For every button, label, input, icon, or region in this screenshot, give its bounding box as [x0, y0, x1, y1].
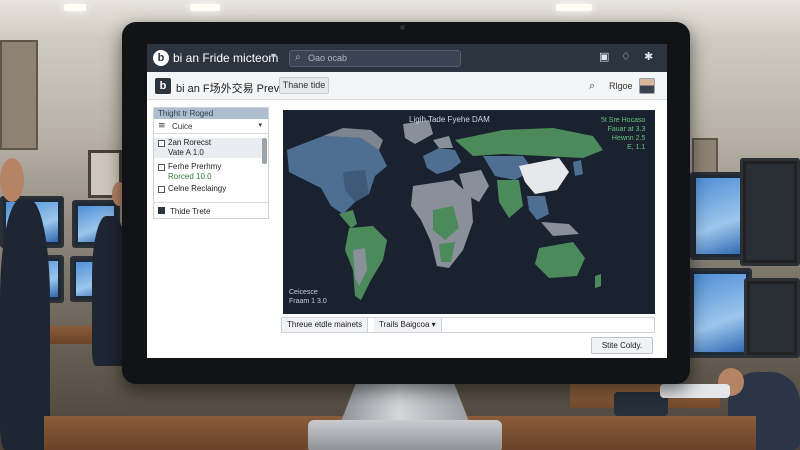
checkbox[interactable]	[158, 140, 165, 147]
checkbox[interactable]	[158, 164, 165, 171]
chevron-down-icon: ▾	[431, 320, 436, 329]
gear-icon[interactable]: ✱	[644, 50, 653, 63]
panel-footer-label: Thide Trete	[170, 207, 211, 216]
monitor-stand-base	[308, 420, 502, 450]
list-item-title: Celne Reclaingy	[168, 184, 227, 193]
map-footnote: Ceicesce Fraam 1 3.0	[289, 288, 327, 306]
list-item-title: Ferhe Prerhmy	[168, 162, 222, 171]
land-japan	[573, 160, 583, 176]
land-australia	[535, 242, 585, 278]
map-footnote-line: Ceicesce	[289, 289, 318, 296]
page-header: b bi an F场外交易 Preview Thane tide ⌕ Rlgoe	[147, 72, 667, 100]
header-action-button[interactable]: Thane tide	[279, 77, 329, 94]
page-title: bi an F场外交易 Preview	[176, 83, 296, 95]
page-logo-icon: b	[155, 78, 171, 94]
search-placeholder: Oao ocab	[308, 53, 348, 63]
webcam	[400, 25, 405, 30]
briefcase-icon[interactable]: ▣	[599, 50, 609, 63]
filter-label: Cuice	[172, 122, 193, 131]
chevron-down-icon[interactable]: ▾	[271, 51, 276, 62]
markets-filter-button[interactable]: Threue etdle mainets	[282, 318, 369, 332]
map-legend: 5t Sre Hocaso Fauar at 3.3 Hewnn 2.5 E, …	[601, 116, 645, 152]
world-map[interactable]: Ligih Tade Fyehe DAM 5t Sre Hocaso Fauar…	[283, 110, 655, 314]
legend-item: E, 1.1	[627, 144, 646, 151]
list-item[interactable]: Celne Reclaingy	[154, 184, 262, 196]
search-icon: ⌕	[295, 52, 301, 63]
list-item-value: Vate A 1.0	[168, 148, 204, 157]
legend-item: 5t Sre Hocaso	[601, 117, 646, 124]
person-left	[0, 200, 50, 450]
ceiling-light	[190, 4, 220, 11]
search-icon[interactable]: ⌕	[589, 79, 595, 93]
land-southeast-asia	[527, 196, 549, 220]
background-monitor	[740, 158, 800, 266]
land-indonesia	[541, 222, 579, 236]
display-dropdown[interactable]: Trails Baigcoa ▾	[374, 318, 442, 332]
person-head	[0, 158, 24, 202]
menu-icon: ≡	[158, 121, 166, 131]
trade-icon	[158, 207, 165, 214]
land-india	[497, 180, 523, 218]
bell-icon[interactable]: ♢	[621, 50, 631, 63]
list-item-value: Rorced 10.0	[168, 172, 212, 181]
land-new-zealand	[595, 274, 601, 288]
list-item[interactable]: Ferhe Prerhmy Rorced 10.0	[154, 162, 262, 182]
list-item-title: 2an Rorecst	[168, 138, 212, 147]
display-dropdown-label: Trails Baigcoa	[379, 320, 430, 329]
user-name[interactable]: Rlgoe	[609, 81, 633, 91]
world-map-graphic	[287, 120, 603, 300]
instrument-panel: Thight tr Roged ≡ Cuice ▾ 2an Rorecst Va…	[153, 107, 269, 219]
land-russia	[455, 128, 603, 158]
wall-door	[0, 40, 38, 150]
app-title: bi an Fride micteom	[173, 51, 279, 65]
app-logo-icon[interactable]: b	[153, 50, 169, 66]
save-button[interactable]: Stite Coldy.	[591, 337, 653, 354]
panel-filter-dropdown[interactable]: ≡ Cuice ▾	[154, 119, 268, 134]
background-monitor	[688, 268, 752, 358]
app-screen: b bi an Fride micteom ▾ ⌕ Oao ocab ▣ ♢ ✱…	[147, 44, 667, 358]
avatar[interactable]	[639, 78, 655, 94]
monitor-stand	[340, 384, 470, 424]
land-north-america	[287, 136, 387, 214]
chevron-down-icon: ▾	[258, 122, 262, 129]
checkbox[interactable]	[158, 186, 165, 193]
map-controls-bar: Threue etdle mainets Trails Baigcoa ▾	[281, 317, 655, 333]
map-title: Ligih Tade Fyehe DAM	[409, 115, 490, 124]
top-navigation-bar: b bi an Fride micteom ▾ ⌕ Oao ocab ▣ ♢ ✱	[147, 44, 667, 72]
search-input[interactable]: ⌕ Oao ocab	[289, 50, 461, 67]
list-item[interactable]: 2an Rorecst Vate A 1.0	[154, 138, 262, 158]
keyboard	[660, 384, 730, 398]
panel-header: Thight tr Roged	[154, 108, 268, 119]
ceiling-light	[556, 4, 592, 11]
land-scandinavia	[433, 136, 453, 148]
legend-item: Hewnn 2.5	[611, 135, 646, 142]
panel-footer-button[interactable]: Thide Trete	[154, 202, 268, 219]
background-monitor	[744, 278, 800, 358]
legend-item: Fauar at 3.3	[607, 126, 646, 133]
map-footnote-line: Fraam 1 3.0	[289, 298, 327, 305]
scrollbar[interactable]	[262, 138, 267, 164]
ceiling-light	[64, 4, 86, 11]
land-europe	[423, 148, 461, 174]
